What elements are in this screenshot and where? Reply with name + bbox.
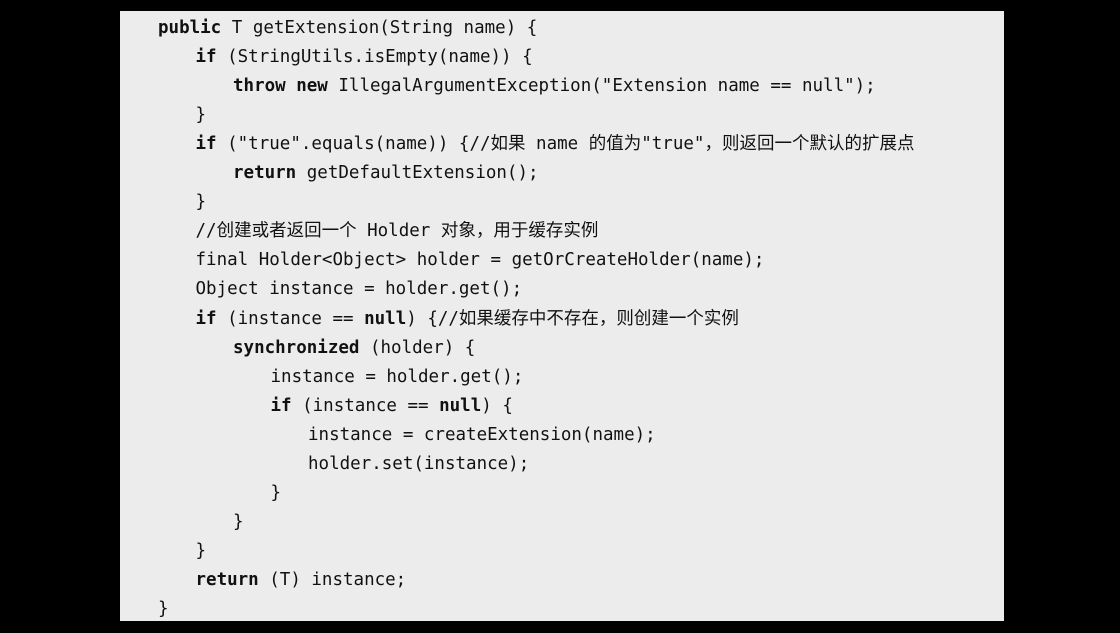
code-line: final Holder<Object> holder = getOrCreat…	[196, 246, 765, 275]
code-text: ) {//如果缓存中不存在，则创建一个实例	[406, 308, 739, 329]
code-text: ) {	[481, 395, 513, 416]
code-keyword: null	[364, 308, 407, 329]
code-line: instance = holder.get();	[271, 363, 524, 392]
code-keyword: if	[195, 308, 217, 329]
code-line: return getDefaultExtension();	[233, 159, 539, 188]
code-keyword: throw	[233, 76, 286, 97]
code-keyword: return	[233, 163, 297, 184]
code-text: (instance ==	[216, 308, 365, 329]
code-keyword: new	[296, 76, 328, 97]
code-text: getDefaultExtension();	[296, 163, 539, 184]
code-line: }	[158, 595, 169, 621]
code-line: }	[196, 188, 207, 217]
code-text: (holder) {	[359, 337, 476, 358]
code-line: if ("true".equals(name)) {//如果 name 的值为"…	[196, 130, 915, 159]
code-line: throw new IllegalArgumentException("Exte…	[233, 72, 876, 101]
code-line: if (StringUtils.isEmpty(name)) {	[196, 43, 533, 72]
code-line: }	[196, 537, 207, 566]
code-line: instance = createExtension(name);	[308, 421, 656, 450]
code-line: public T getExtension(String name) {	[158, 14, 537, 43]
code-block: public T getExtension(String name) {if (…	[120, 11, 1004, 621]
code-line: return (T) instance;	[196, 566, 407, 595]
code-text: (instance ==	[291, 395, 440, 416]
code-line: Object instance = holder.get();	[196, 275, 523, 304]
code-text: }	[195, 540, 207, 561]
code-line: holder.set(instance);	[308, 450, 529, 479]
code-text: }	[195, 192, 207, 213]
code-line: synchronized (holder) {	[233, 334, 475, 363]
code-text: IllegalArgumentException("Extension name…	[327, 76, 876, 97]
code-keyword: return	[195, 569, 259, 590]
code-text: }	[195, 105, 207, 126]
code-text: holder.set(instance);	[308, 453, 530, 474]
code-text: T getExtension(String name) {	[221, 18, 538, 38]
code-text: final Holder<Object> holder = getOrCreat…	[195, 250, 765, 271]
code-text: ("true".equals(name)) {//如果 name 的值为"tru…	[216, 134, 915, 155]
code-line: }	[196, 101, 207, 130]
code-text: }	[233, 511, 244, 532]
code-line: }	[233, 508, 244, 537]
code-keyword: if	[195, 47, 217, 68]
code-text: }	[158, 599, 169, 619]
code-text: instance = createExtension(name);	[308, 424, 656, 445]
code-line: //创建或者返回一个 Holder 对象，用于缓存实例	[196, 217, 599, 246]
code-text: //创建或者返回一个 Holder 对象，用于缓存实例	[195, 221, 599, 242]
code-text: Object instance = holder.get();	[195, 279, 523, 300]
code-keyword: synchronized	[233, 337, 360, 358]
code-text: }	[270, 482, 282, 503]
code-keyword: if	[270, 395, 292, 416]
code-line: }	[271, 479, 282, 508]
code-text: (StringUtils.isEmpty(name)) {	[216, 47, 533, 68]
code-line: if (instance == null) {	[271, 392, 513, 421]
bottom-strip	[0, 621, 1120, 633]
code-keyword: if	[195, 134, 217, 155]
code-text: instance = holder.get();	[270, 366, 524, 387]
code-line: if (instance == null) {//如果缓存中不存在，则创建一个实…	[196, 305, 739, 334]
page-frame: public T getExtension(String name) {if (…	[0, 0, 1120, 633]
code-keyword: null	[439, 395, 482, 416]
code-keyword: public	[158, 18, 222, 38]
code-text: (T) instance;	[258, 569, 407, 590]
